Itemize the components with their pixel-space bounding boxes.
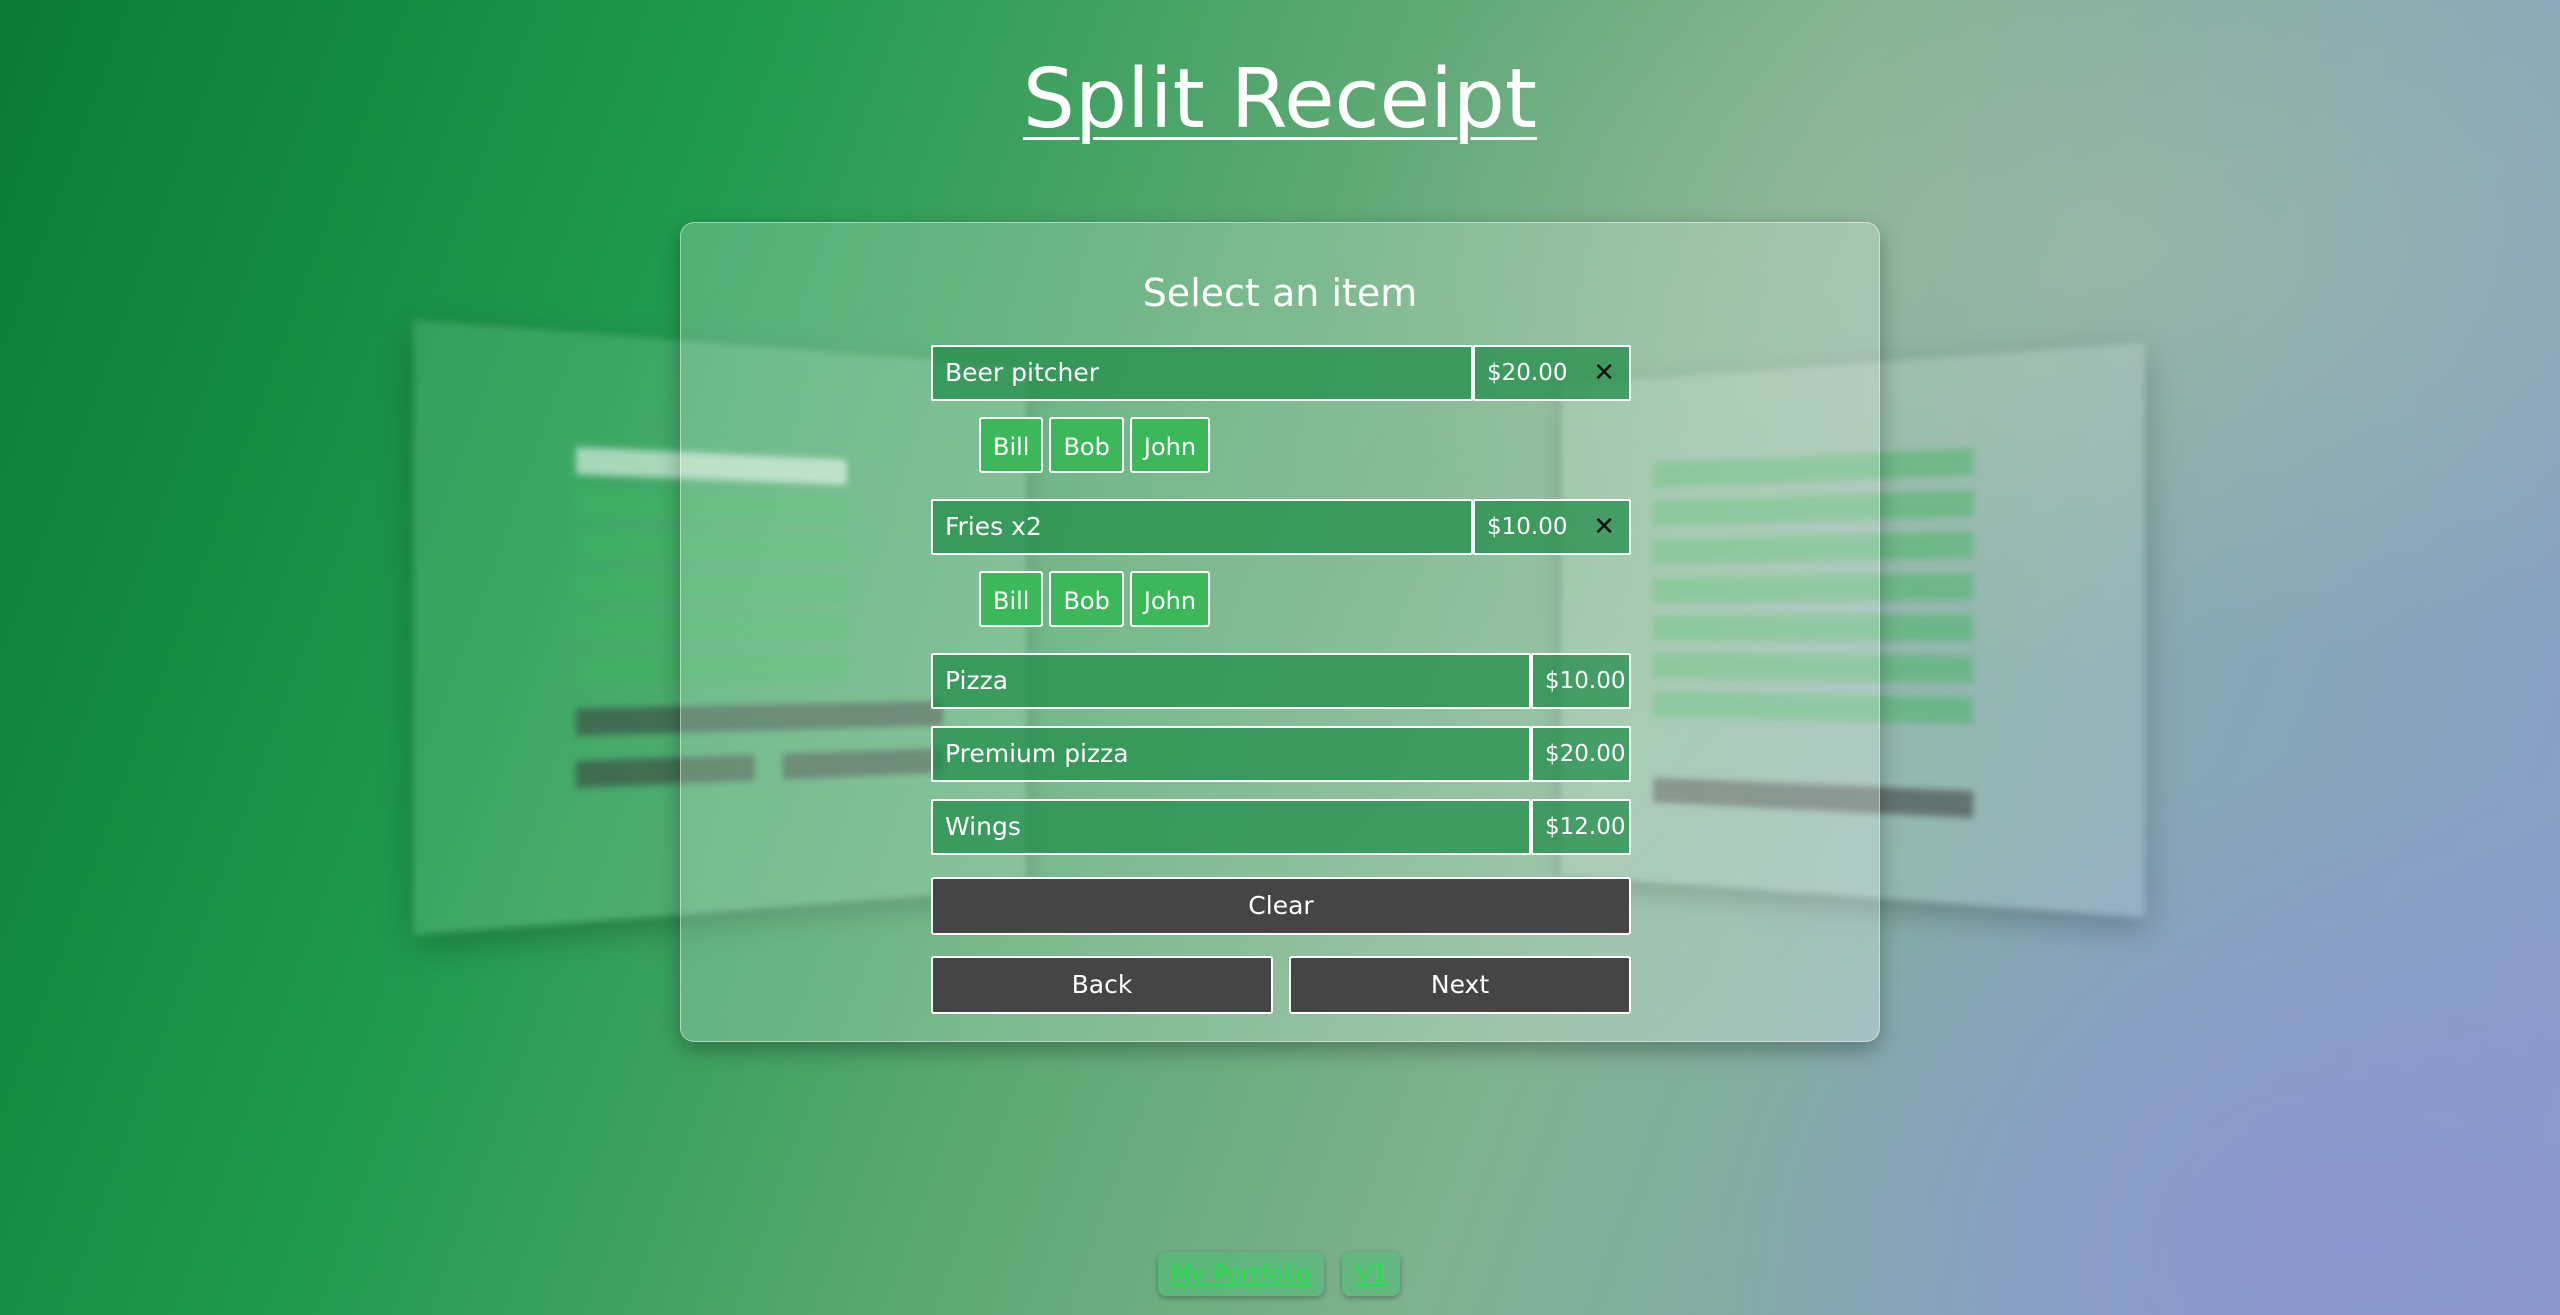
person-button-bob[interactable]: Bob	[1049, 417, 1123, 473]
people-list: Bill Bob John	[979, 417, 1216, 477]
item-name[interactable]: Fries x2	[931, 499, 1473, 555]
close-icon[interactable]: ✕	[1593, 501, 1615, 553]
item-price-value: $10.00	[1487, 514, 1567, 540]
people-list: Bill Bob John	[979, 571, 1216, 631]
item-name[interactable]: Pizza	[931, 653, 1531, 709]
close-icon[interactable]: ✕	[1593, 347, 1615, 399]
item-price: $10.00 ✕	[1473, 499, 1631, 555]
person-button-bill[interactable]: Bill	[979, 571, 1043, 627]
item-price-value: $20.00	[1487, 360, 1567, 386]
item-name[interactable]: Beer pitcher	[931, 345, 1473, 401]
item-row-wings[interactable]: Wings $12.00	[931, 799, 1631, 855]
back-button[interactable]: Back	[931, 956, 1273, 1014]
person-button-john[interactable]: John	[1130, 417, 1210, 473]
select-item-card: Select an item Beer pitcher $20.00 ✕ Bil…	[680, 222, 1880, 1042]
item-row-pizza[interactable]: Pizza $10.00	[931, 653, 1631, 709]
item-row-beer-pitcher[interactable]: Beer pitcher $20.00 ✕	[931, 345, 1631, 401]
item-name[interactable]: Wings	[931, 799, 1531, 855]
next-button[interactable]: Next	[1289, 956, 1631, 1014]
item-row-fries[interactable]: Fries x2 $10.00 ✕	[931, 499, 1631, 555]
person-button-bob[interactable]: Bob	[1049, 571, 1123, 627]
card-title: Select an item	[681, 271, 1879, 315]
page-title: Split Receipt	[0, 52, 2560, 147]
item-name[interactable]: Premium pizza	[931, 726, 1531, 782]
version-link[interactable]: V1	[1342, 1252, 1400, 1296]
item-price: $12.00	[1531, 799, 1631, 855]
person-button-bill[interactable]: Bill	[979, 417, 1043, 473]
portfolio-link[interactable]: My Portfolio	[1158, 1252, 1324, 1296]
item-price: $10.00	[1531, 653, 1631, 709]
clear-button[interactable]: Clear	[931, 877, 1631, 935]
item-row-premium-pizza[interactable]: Premium pizza $20.00	[931, 726, 1631, 782]
item-price: $20.00 ✕	[1473, 345, 1631, 401]
person-button-john[interactable]: John	[1130, 571, 1210, 627]
item-price: $20.00	[1531, 726, 1631, 782]
